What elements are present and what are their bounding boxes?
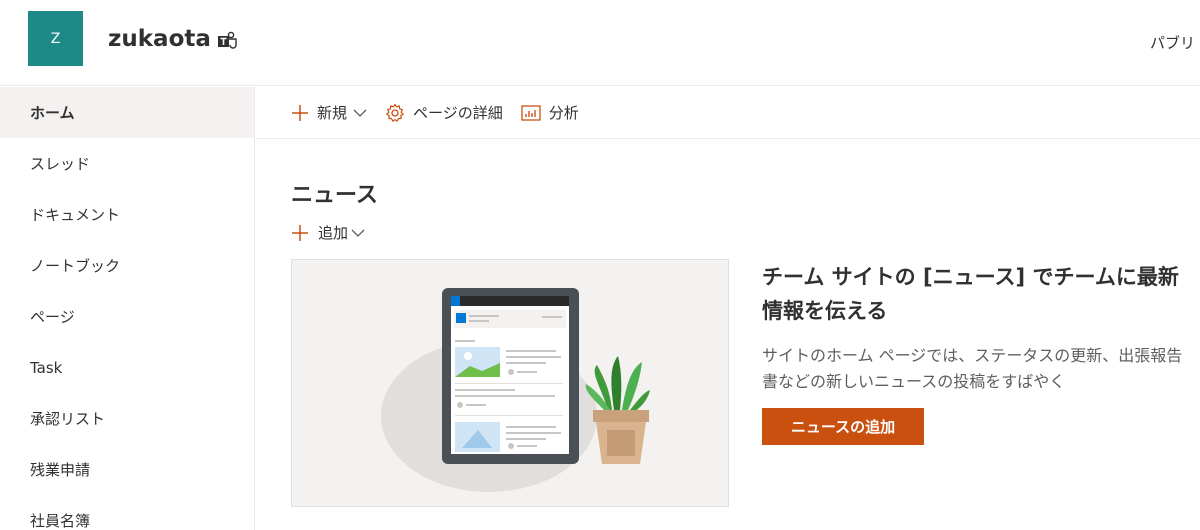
nav-item-approval-list[interactable]: 承認リスト xyxy=(0,393,254,444)
nav-item-employee-directory[interactable]: 社員名簿 xyxy=(0,495,254,530)
page-details-label: ページの詳細 xyxy=(413,104,503,122)
chevron-down-icon xyxy=(353,109,367,117)
page-details-button[interactable]: ページの詳細 xyxy=(385,102,503,123)
nav-item-pages[interactable]: ページ xyxy=(0,291,254,342)
chevron-down-icon xyxy=(351,229,365,237)
public-group-label: パブリ xyxy=(1150,34,1196,52)
new-label: 新規 xyxy=(317,104,348,122)
add-news-button[interactable]: ニュースの追加 xyxy=(762,408,924,445)
news-illustration xyxy=(291,259,729,507)
analytics-button[interactable]: 分析 xyxy=(521,102,579,123)
nav-item-home[interactable]: ホーム xyxy=(0,87,254,138)
left-nav: ホーム スレッド ドキュメント ノートブック ページ Task 承認リスト 残業… xyxy=(0,87,255,530)
gear-icon xyxy=(386,103,404,122)
nav-item-task[interactable]: Task xyxy=(0,342,254,393)
news-add-label: 追加 xyxy=(318,224,349,242)
command-bar: 新規 ページの詳細 分析 xyxy=(256,87,1200,139)
site-header: Z zukaota パブリ xyxy=(0,0,1200,86)
plus-icon xyxy=(292,104,308,121)
plus-icon xyxy=(292,224,308,241)
nav-item-threads[interactable]: スレッド xyxy=(0,138,254,189)
promo-description: サイトのホーム ページでは、ステータスの更新、出張報告書などの新しいニュースの投… xyxy=(762,346,1183,391)
news-add-button[interactable]: 追加 xyxy=(291,222,365,243)
news-title: ニュース xyxy=(291,183,378,208)
site-logo[interactable]: Z xyxy=(28,11,83,66)
nav-item-notebook[interactable]: ノートブック xyxy=(0,240,254,291)
nav-item-documents[interactable]: ドキュメント xyxy=(0,189,254,240)
promo-title: チーム サイトの [ニュース] でチームに最新情報を伝える xyxy=(762,265,1179,323)
teams-icon[interactable] xyxy=(216,30,238,52)
analytics-label: 分析 xyxy=(548,104,579,122)
nav-item-overtime-request[interactable]: 残業申請 xyxy=(0,444,254,495)
new-button[interactable]: 新規 xyxy=(291,102,367,123)
analytics-icon xyxy=(521,104,541,121)
tablet-and-plant-illustration xyxy=(381,288,650,492)
site-title[interactable]: zukaota xyxy=(108,26,211,52)
